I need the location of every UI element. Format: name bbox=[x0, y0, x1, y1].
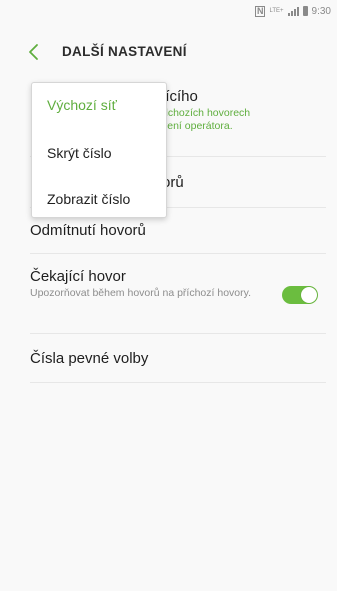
setting-call-waiting[interactable]: Čekající hovor Upozorňovat během hovorů … bbox=[30, 268, 266, 300]
setting-call-barring-label: Odmítnutí hovorů bbox=[30, 222, 146, 239]
chevron-left-icon[interactable] bbox=[26, 42, 42, 62]
popup-option-default-network[interactable]: Výchozí síť bbox=[47, 97, 117, 113]
setting-call-barring[interactable]: Odmítnutí hovorů bbox=[30, 222, 326, 239]
call-waiting-toggle[interactable] bbox=[282, 286, 318, 304]
setting-call-waiting-sub: Upozorňovat během hovorů na příchozí hov… bbox=[30, 287, 252, 299]
status-time: 9:30 bbox=[311, 5, 331, 17]
setting-caller-id-sub-line1: dchozích hovorech bbox=[162, 107, 251, 119]
setting-caller-id-label: jícího bbox=[162, 88, 198, 105]
lte-indicator: LTE+ bbox=[269, 8, 284, 14]
setting-caller-id[interactable]: jícího dchozích hovorech vení operátora. bbox=[162, 88, 322, 133]
popup-option-hide-number[interactable]: Skrýt číslo bbox=[47, 145, 112, 161]
setting-call-forwarding-label: orů bbox=[162, 174, 184, 191]
caller-id-popup-menu: Výchozí síť Skrýt číslo Zobrazit číslo bbox=[31, 82, 167, 218]
divider bbox=[30, 333, 326, 334]
divider bbox=[30, 382, 326, 383]
setting-caller-id-sub-line2: vení operátora. bbox=[162, 120, 233, 132]
status-bar: N LTE+ 9:30 bbox=[0, 0, 337, 22]
setting-fixed-dialing[interactable]: Čísla pevné volby bbox=[30, 350, 326, 367]
nfc-icon: N bbox=[254, 5, 266, 17]
page-title: DALŠÍ NASTAVENÍ bbox=[62, 44, 187, 59]
app-header: DALŠÍ NASTAVENÍ bbox=[0, 38, 337, 66]
setting-call-forwarding[interactable]: orů bbox=[162, 174, 322, 191]
signal-icon bbox=[287, 6, 299, 16]
setting-call-waiting-label: Čekající hovor bbox=[30, 268, 126, 285]
popup-option-show-number[interactable]: Zobrazit číslo bbox=[47, 191, 130, 207]
battery-icon bbox=[302, 6, 308, 16]
setting-fixed-dialing-label: Čísla pevné volby bbox=[30, 350, 149, 367]
divider bbox=[30, 253, 326, 254]
toggle-knob bbox=[301, 287, 317, 303]
